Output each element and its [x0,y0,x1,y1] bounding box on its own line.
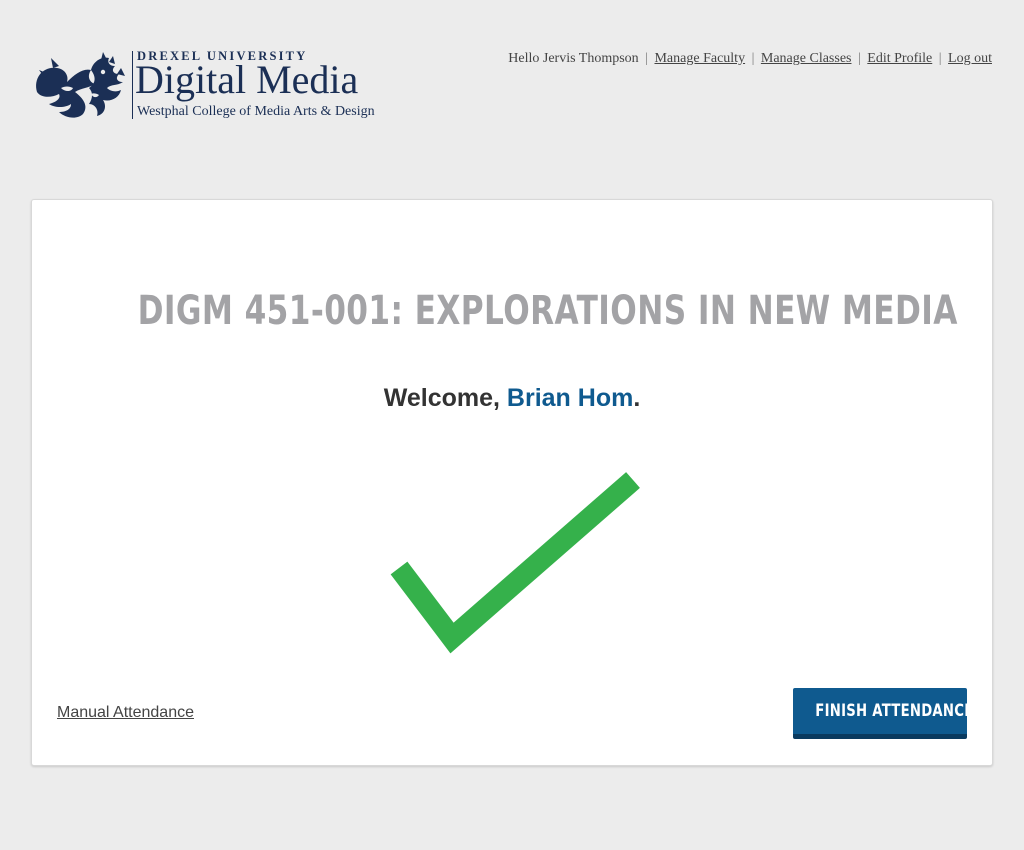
log-out-link[interactable]: Log out [948,51,992,66]
edit-profile-link[interactable]: Edit Profile [867,51,932,66]
checkmark-icon [390,472,640,654]
attendance-card: DIGM 451-001: EXPLORATIONS IN NEW MEDIA … [31,199,993,766]
welcome-message: Welcome, Brian Hom. [32,384,992,413]
welcome-prefix: Welcome, [383,384,507,412]
manage-faculty-link[interactable]: Manage Faculty [654,51,745,66]
logo-divider [132,51,133,119]
manual-attendance-link[interactable]: Manual Attendance [57,704,194,722]
dragon-icon [36,52,125,118]
finish-attendance-button[interactable]: FINISH ATTENDANCE [793,688,973,739]
student-name: Brian Hom [506,384,634,412]
welcome-suffix: . [633,384,641,412]
logo-program-name: Digital Media [135,57,359,102]
top-navigation: Hello Jervis Thompson | Manage Faculty |… [508,51,992,67]
user-greeting: Hello Jervis Thompson [508,51,639,66]
finish-attendance-label: FINISH ATTENDANCE [815,701,974,721]
course-title: DIGM 451-001: EXPLORATIONS IN NEW MEDIA [137,288,958,334]
manage-classes-link[interactable]: Manage Classes [761,51,852,66]
logo-college-name: Westphal College of Media Arts & Design [137,104,375,119]
nav-separator: | [938,51,942,66]
nav-separator: | [751,51,755,66]
nav-separator: | [857,51,861,66]
drexel-digital-media-logo[interactable]: DREXEL UNIVERSITY Digital Media Westphal… [31,48,391,124]
nav-separator: | [645,51,648,66]
